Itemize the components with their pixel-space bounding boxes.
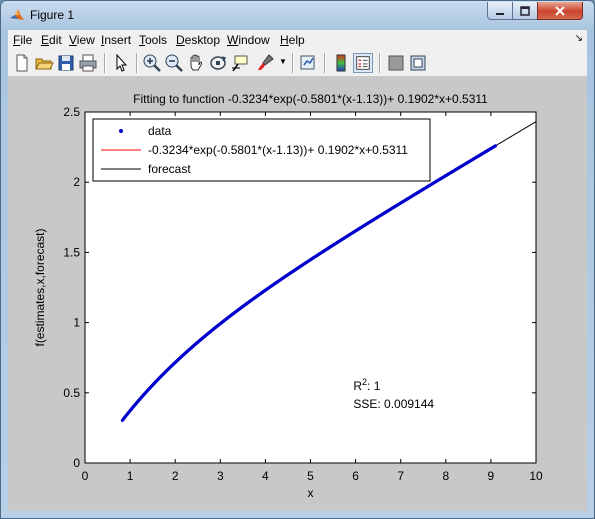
- toolbar-separator: [324, 53, 326, 73]
- x-tick-label: 3: [217, 469, 224, 483]
- y-tick-label: 2.5: [63, 105, 80, 119]
- open-file-icon[interactable]: [34, 53, 54, 73]
- x-tick-label: 8: [442, 469, 449, 483]
- legend: data -0.3234*exp(-0.5801*(x-1.13))+ 0.190…: [92, 118, 431, 182]
- x-tick-label: 4: [262, 469, 269, 483]
- menu-edit[interactable]: Edit: [41, 33, 62, 47]
- y-tick-label: 2: [73, 175, 80, 189]
- menu-tools[interactable]: Tools: [139, 33, 167, 47]
- menu-desktop[interactable]: Desktop: [176, 33, 220, 47]
- link-plot-icon[interactable]: [298, 53, 318, 73]
- figure-canvas: Fitting to function -0.3234*exp(-0.5801*…: [8, 77, 587, 511]
- menu-dock-arrow-icon[interactable]: ↘: [575, 33, 583, 44]
- y-tick-label: 1.5: [63, 245, 80, 259]
- sse-annotation: SSE: 0.009144: [353, 397, 434, 411]
- x-tick-label: 0: [82, 469, 89, 483]
- rotate-3d-icon[interactable]: [208, 53, 228, 73]
- data-cursor-icon[interactable]: [230, 53, 250, 73]
- brush-dropdown-arrow-icon[interactable]: ▼: [279, 57, 287, 66]
- x-tick-label: 5: [307, 469, 314, 483]
- window-title: Figure 1: [30, 8, 75, 22]
- x-tick-label: 1: [127, 469, 134, 483]
- legend-icon[interactable]: [353, 53, 373, 73]
- chart-title: Fitting to function -0.3234*exp(-0.5801*…: [133, 92, 488, 106]
- y-tick-label: 0: [73, 456, 80, 470]
- y-tick-label: 1: [73, 316, 80, 330]
- x-tick-label: 6: [352, 469, 359, 483]
- matlab-app-icon: [10, 9, 24, 20]
- x-tick-label: 7: [397, 469, 404, 483]
- x-tick-label: 2: [172, 469, 179, 483]
- toolbar-separator: [379, 53, 381, 73]
- maximize-icon: [520, 5, 530, 16]
- y-axis-label: f(estimates,x,forecast): [33, 228, 47, 346]
- show-plot-tools-icon[interactable]: [408, 53, 428, 73]
- x-tick-label: 10: [529, 469, 543, 483]
- plot-figure: Fitting to function -0.3234*exp(-0.5801*…: [33, 92, 543, 500]
- print-icon[interactable]: [78, 53, 98, 73]
- pan-hand-icon[interactable]: [186, 53, 206, 73]
- title-bar[interactable]: Figure 1: [1, 1, 594, 29]
- legend-label-forecast: forecast: [148, 162, 191, 176]
- toolbar-separator: [136, 53, 138, 73]
- save-icon[interactable]: [56, 53, 76, 73]
- hide-plot-tools-icon[interactable]: [386, 53, 406, 73]
- close-button[interactable]: [537, 2, 583, 20]
- y-tick-label: 0.5: [63, 386, 80, 400]
- maximize-button[interactable]: [512, 2, 538, 20]
- figure-toolbar: ▼: [8, 50, 587, 77]
- r2-annotation: R2: 1: [353, 377, 380, 393]
- colorbar-icon[interactable]: [331, 53, 351, 73]
- minimize-button[interactable]: [487, 2, 513, 20]
- zoom-in-icon[interactable]: [142, 53, 162, 73]
- legend-marker-data: [119, 129, 123, 133]
- minimize-icon: [496, 12, 504, 15]
- figure-window: Figure 1 File Edit View Insert Tools Des…: [0, 0, 595, 519]
- menu-view[interactable]: View: [69, 33, 95, 47]
- new-figure-icon[interactable]: [12, 53, 32, 73]
- x-axis-label: x: [308, 486, 314, 500]
- menu-insert[interactable]: Insert: [101, 33, 131, 47]
- close-icon: [555, 5, 565, 16]
- edit-plot-arrow-icon[interactable]: [111, 53, 131, 73]
- legend-label-data: data: [148, 124, 172, 138]
- data-point: [493, 144, 498, 148]
- menu-help[interactable]: Help: [280, 33, 305, 47]
- x-tick-label: 9: [488, 469, 495, 483]
- brush-icon[interactable]: [256, 53, 276, 73]
- toolbar-separator: [292, 53, 294, 73]
- zoom-out-icon[interactable]: [164, 53, 184, 73]
- menu-file[interactable]: File: [13, 33, 32, 47]
- menu-bar: File Edit View Insert Tools Desktop Wind…: [8, 30, 587, 51]
- menu-window[interactable]: Window: [227, 33, 270, 47]
- toolbar-separator: [104, 53, 106, 73]
- legend-label-fit: -0.3234*exp(-0.5801*(x-1.13))+ 0.1902*x+…: [148, 143, 408, 157]
